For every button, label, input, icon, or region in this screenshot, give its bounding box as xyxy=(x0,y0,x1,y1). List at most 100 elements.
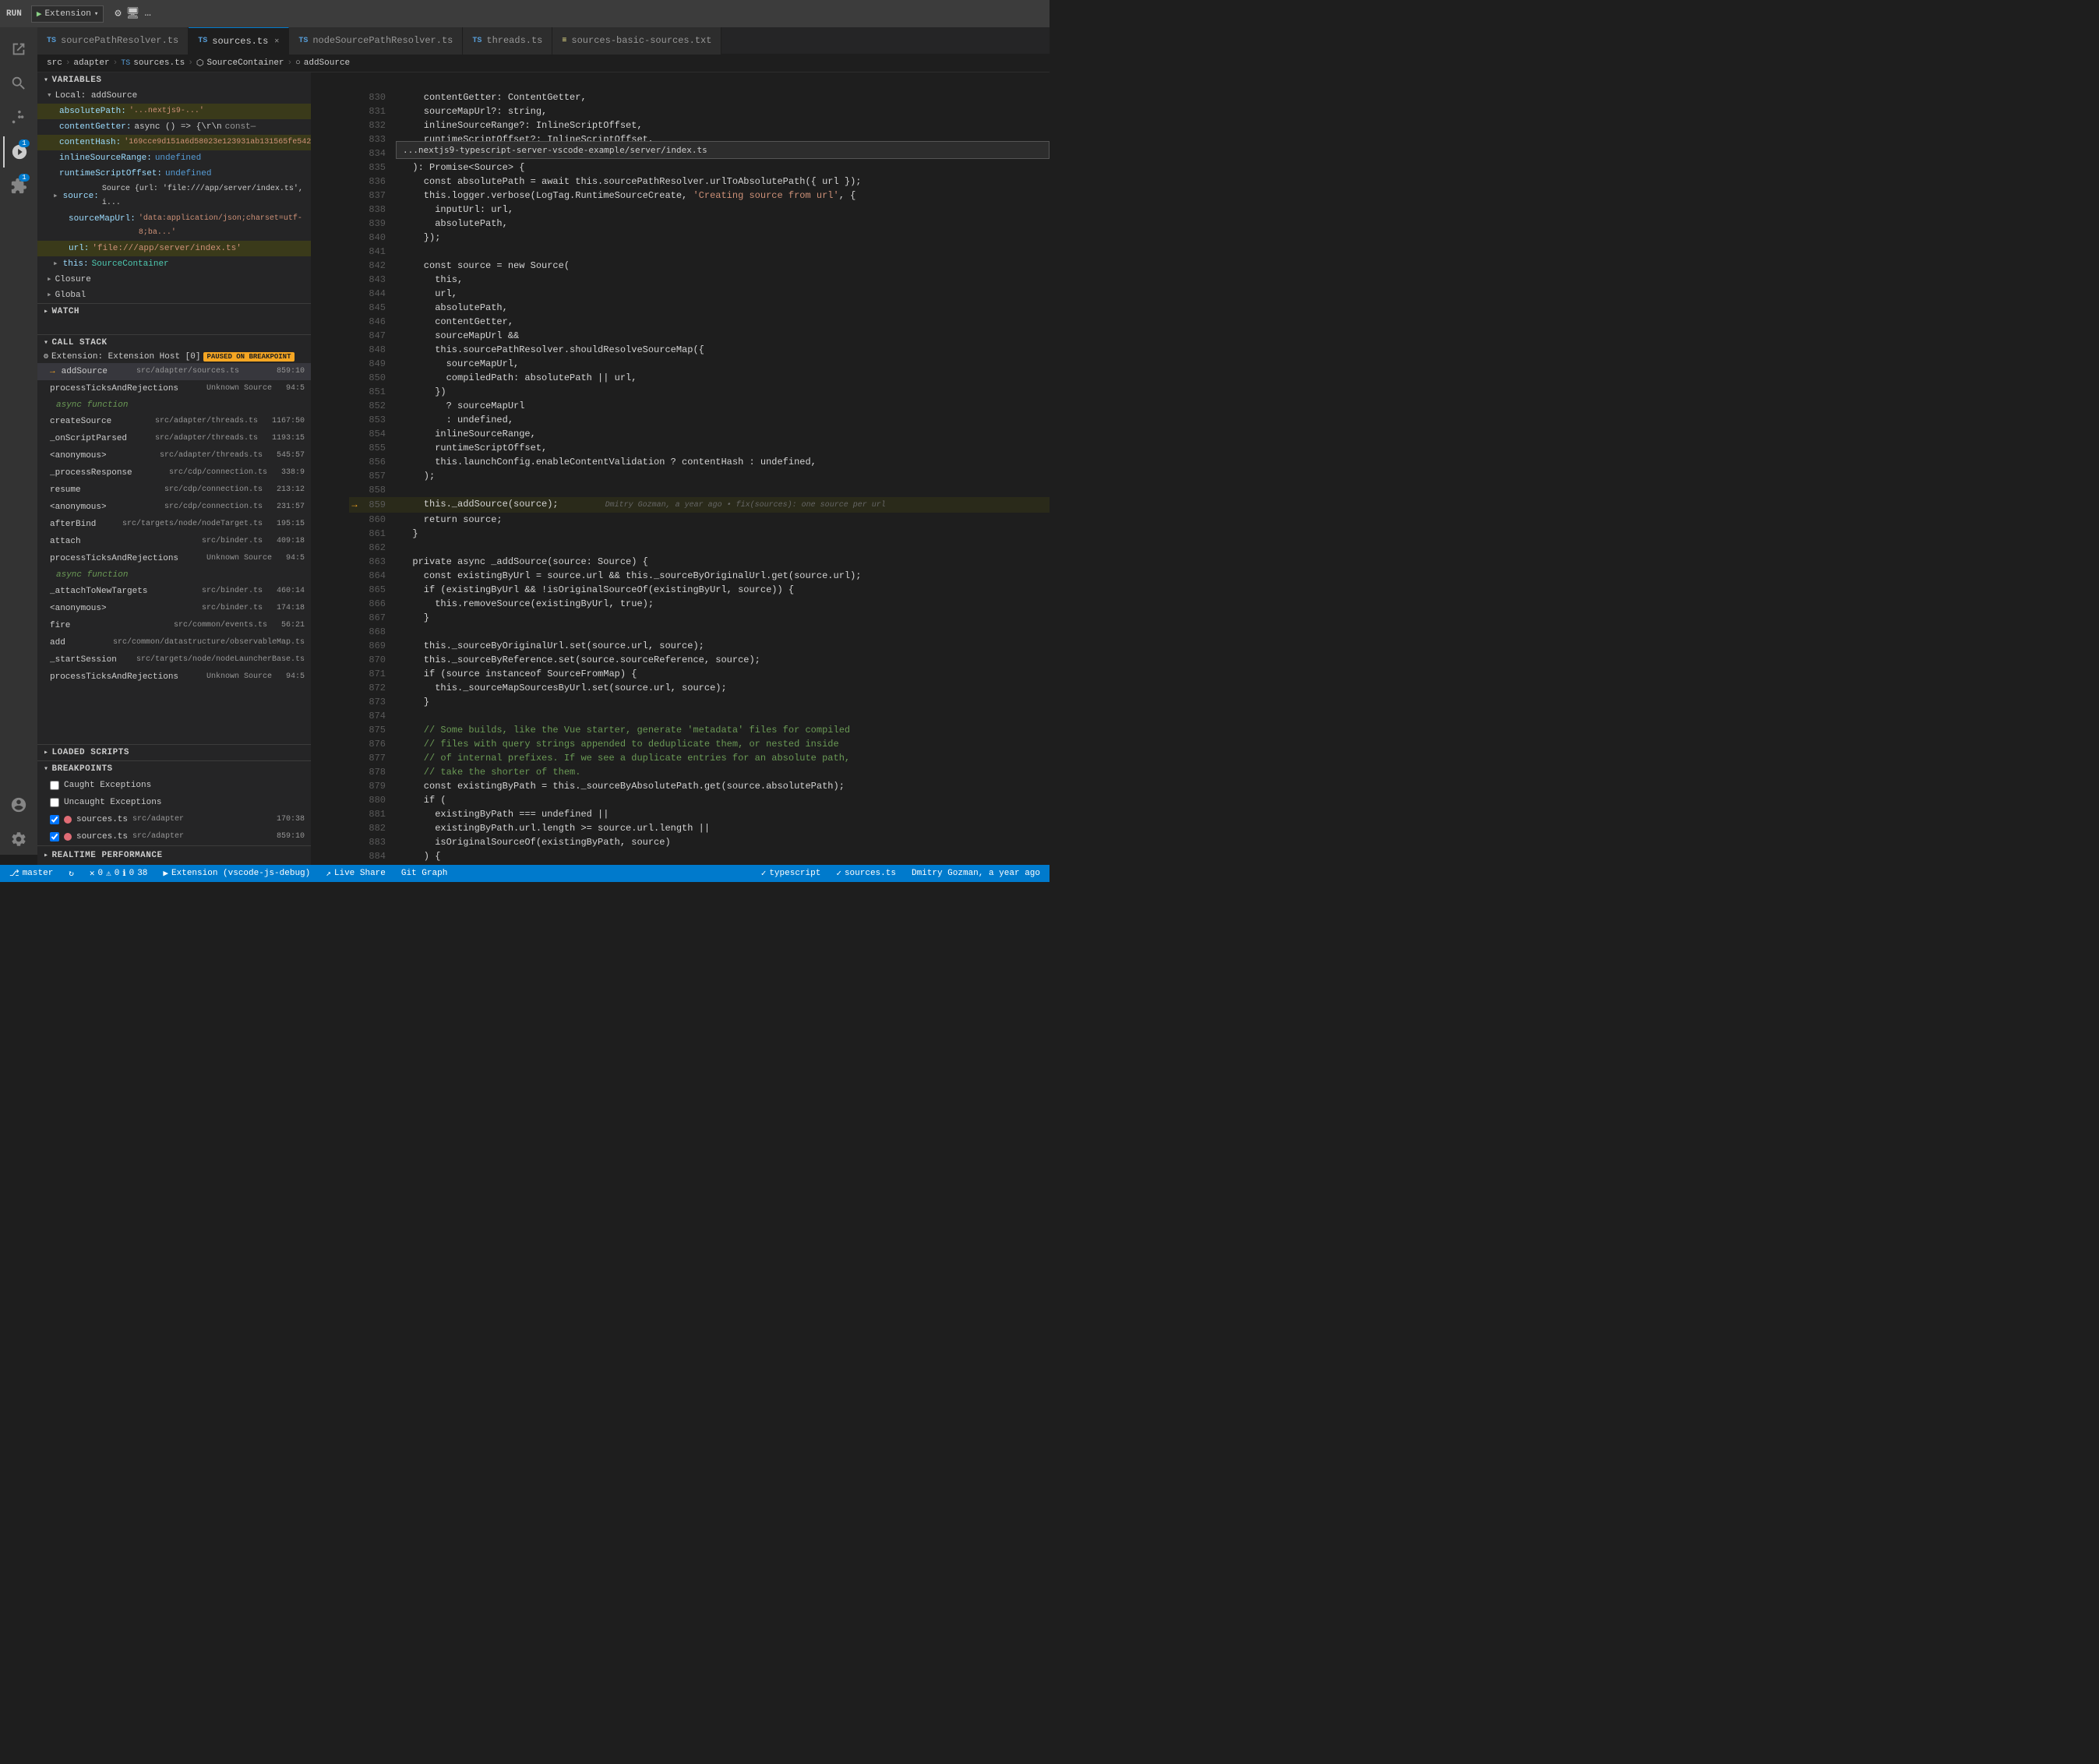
callstack-frame[interactable]: attach src/binder.ts 409:18 xyxy=(37,533,311,550)
callstack-frame[interactable]: resume src/cdp/connection.ts 213:12 xyxy=(37,482,311,499)
chevron-icon: ▾ xyxy=(44,764,49,774)
settings-icon[interactable]: ⚙ xyxy=(115,7,121,20)
hover-tooltip: ...nextjs9-typescript-server-vscode-exam… xyxy=(396,141,1050,159)
caught-exceptions-checkbox[interactable] xyxy=(50,781,59,790)
callstack-frame[interactable]: _startSession src/targets/node/nodeLaunc… xyxy=(37,651,311,669)
callstack-frame[interactable]: fire src/common/events.ts 56:21 xyxy=(37,617,311,634)
breadcrumb-class[interactable]: SourceContainer xyxy=(207,58,284,68)
bp-sources-2: sources.ts src/adapter 859:10 xyxy=(37,828,311,845)
run-label: RUN xyxy=(6,9,22,19)
extensions-icon[interactable]: 1 xyxy=(3,171,34,202)
callstack-frame[interactable]: processTicksAndRejections Unknown Source… xyxy=(37,550,311,567)
line-content: compiledPath: absolutePath || url, xyxy=(395,371,1050,385)
line-number: 860 xyxy=(360,513,395,527)
breadcrumb-src[interactable]: src xyxy=(47,58,62,68)
line-number: 859 xyxy=(360,497,395,513)
line-number: 848 xyxy=(360,343,395,357)
line-content: return source; xyxy=(395,513,1050,527)
bp-label: Uncaught Exceptions xyxy=(64,796,161,810)
variables-header[interactable]: ▾ VARIABLES xyxy=(37,72,311,88)
accounts-icon[interactable] xyxy=(3,789,34,820)
callstack-frame[interactable]: <anonymous> src/adapter/threads.ts 545:5… xyxy=(37,447,311,464)
callstack-header[interactable]: ▾ CALL STACK xyxy=(37,335,311,351)
source-control-icon[interactable] xyxy=(3,102,34,133)
sync-button[interactable]: ↻ xyxy=(65,865,77,882)
bp-checkbox[interactable] xyxy=(50,815,59,824)
loaded-scripts-header[interactable]: ▸ LOADED SCRIPTS xyxy=(37,745,311,760)
git-graph[interactable]: Git Graph xyxy=(398,865,450,882)
var-this[interactable]: ▸ this: SourceContainer xyxy=(37,256,311,272)
callstack-frame[interactable]: createSource src/adapter/threads.ts 1167… xyxy=(37,413,311,430)
tab-label: sources-basic-sources.txt xyxy=(571,35,711,46)
callstack-frame[interactable]: processTicksAndRejections Unknown Source… xyxy=(37,669,311,686)
callstack-frame[interactable]: <anonymous> src/cdp/connection.ts 231:57 xyxy=(37,499,311,516)
line-content: absolutePath, xyxy=(395,301,1050,315)
callstack-frame[interactable]: _attachToNewTargets src/binder.ts 460:14 xyxy=(37,583,311,600)
local-scope[interactable]: ▾ Local: addSource xyxy=(37,88,311,104)
line-number: 883 xyxy=(360,835,395,849)
typescript-status[interactable]: ✓ typescript xyxy=(758,865,824,882)
error-count[interactable]: ✕ 0 ⚠ 0 ℹ 0 38 xyxy=(86,865,150,882)
line-content: sourceMapUrl?: string, xyxy=(395,104,1050,118)
tab-nodeSourcePathResolver[interactable]: TS nodeSourcePathResolver.ts xyxy=(289,27,463,55)
tab-sources[interactable]: TS sources.ts ✕ xyxy=(189,27,289,55)
search-icon[interactable] xyxy=(3,72,34,99)
line-number: 831 xyxy=(360,104,395,118)
callstack-frame[interactable]: _onScriptParsed src/adapter/threads.ts 1… xyxy=(37,430,311,447)
var-source[interactable]: ▸ source: Source {url: 'file:///app/serv… xyxy=(37,182,311,211)
line-content: this._sourceByAbsolutePath.set(source.ab… xyxy=(395,863,1050,865)
callstack-frame[interactable]: processTicksAndRejections Unknown Source… xyxy=(37,380,311,397)
callstack-frame[interactable]: afterBind src/targets/node/nodeTarget.ts… xyxy=(37,516,311,533)
current-file-status[interactable]: ✓ sources.ts xyxy=(833,865,899,882)
var-inlineSourceRange[interactable]: inlineSourceRange: undefined xyxy=(37,150,311,166)
uncaught-exceptions-checkbox[interactable] xyxy=(50,798,59,807)
tab-label: sources.ts xyxy=(212,36,268,47)
var-sourceMapUrl[interactable]: sourceMapUrl: 'data:application/json;cha… xyxy=(37,211,311,241)
debug-badge: 1 xyxy=(19,139,30,147)
live-share[interactable]: ↗ Live Share xyxy=(323,865,389,882)
line-content: this, xyxy=(395,273,1050,287)
var-closure[interactable]: ▸ Closure xyxy=(37,272,311,288)
var-global[interactable]: ▸ Global xyxy=(37,288,311,303)
line-content: this.removeSource(existingByUrl, true); xyxy=(395,597,1050,611)
ext-badge: 1 xyxy=(19,174,30,182)
line-number: 878 xyxy=(360,765,395,779)
debug-thread[interactable]: ⚙ Extension: Extension Host [0] PAUSED O… xyxy=(37,351,311,363)
line-content: url, xyxy=(395,287,1050,301)
bp-line: 859:10 xyxy=(277,830,305,844)
callstack-frame[interactable]: add src/common/datastructure/observableM… xyxy=(37,634,311,651)
callstack-frame[interactable]: _processResponse src/cdp/connection.ts 3… xyxy=(37,464,311,482)
breakpoints-header[interactable]: ▾ BREAKPOINTS xyxy=(37,761,311,777)
git-branch[interactable]: ⎇ master xyxy=(6,865,56,882)
line-content: this.sourcePathResolver.shouldResolveSou… xyxy=(395,343,1050,357)
callstack-frame-active[interactable]: → addSource src/adapter/sources.ts 859:1… xyxy=(37,363,311,380)
tab-sourcePathResolver[interactable]: TS sourcePathResolver.ts xyxy=(37,27,189,55)
screencast-icon[interactable]: 🖥 xyxy=(126,7,140,20)
line-content: isOriginalSourceOf(existingByPath, sourc… xyxy=(395,835,1050,849)
callstack-frame[interactable]: <anonymous> src/binder.ts 174:18 xyxy=(37,600,311,617)
line-content: ): Promise<Source> { xyxy=(395,161,1050,175)
run-config[interactable]: ▶ Extension ▾ xyxy=(31,5,104,23)
debug-icon[interactable]: 1 xyxy=(3,136,34,168)
tab-sources-basic[interactable]: ≡ sources-basic-sources.txt xyxy=(552,27,721,55)
tab-threads[interactable]: TS threads.ts xyxy=(463,27,552,55)
code-editor[interactable]: 830 contentGetter: ContentGetter,831 sou… xyxy=(349,90,1050,865)
var-runtimeScriptOffset[interactable]: runtimeScriptOffset: undefined xyxy=(37,166,311,182)
line-content: }); xyxy=(395,231,1050,245)
bp-checkbox[interactable] xyxy=(50,832,59,841)
var-contentHash[interactable]: contentHash: '169cce9d151a6d58023e123931… xyxy=(37,135,311,150)
more-icon[interactable]: … xyxy=(145,7,151,20)
breadcrumb-file[interactable]: sources.ts xyxy=(133,58,185,68)
settings-icon[interactable] xyxy=(3,824,34,855)
var-url[interactable]: url: 'file:///app/server/index.ts' xyxy=(37,241,311,256)
ts-check-icon: ✓ xyxy=(761,868,767,879)
breadcrumb-adapter[interactable]: adapter xyxy=(73,58,109,68)
var-absolutePath[interactable]: absolutePath: '...nextjs9-...' xyxy=(37,104,311,119)
var-name: source: xyxy=(63,189,99,203)
debug-session[interactable]: ▶ Extension (vscode-js-debug) xyxy=(160,865,313,882)
var-contentGetter[interactable]: contentGetter: async () => {\r\n const— xyxy=(37,119,311,135)
close-icon[interactable]: ✕ xyxy=(274,37,279,46)
realtime-header[interactable]: ▸ REALTIME PERFORMANCE xyxy=(37,848,311,863)
breadcrumb-method[interactable]: addSource xyxy=(304,58,350,68)
watch-header[interactable]: ▸ WATCH xyxy=(37,304,311,319)
